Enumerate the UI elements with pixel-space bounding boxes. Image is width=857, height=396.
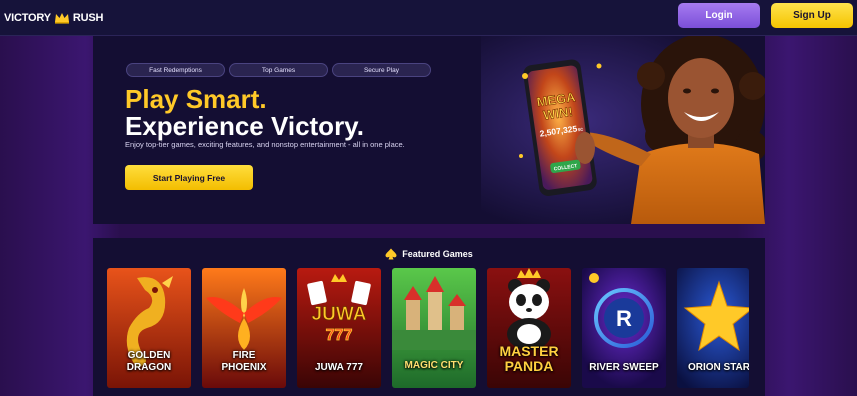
hero-title: Play Smart. Experience Victory. bbox=[125, 86, 364, 140]
game-name-juwa-777: JUWA 777 bbox=[315, 362, 363, 373]
hero-illustration: MEGA WIN! 2,507,325 SC COLLECT bbox=[481, 36, 765, 224]
game-card-fire-phoenix[interactable]: FIRE PHOENIX bbox=[202, 268, 286, 388]
juwa-777-logo-text: 777 bbox=[326, 327, 353, 344]
crown-icon bbox=[54, 13, 69, 24]
game-name-orion-star: ORION STAR bbox=[687, 362, 749, 373]
featured-games-section: Featured Games GOLDEN DRAGON FIRE PHOENI… bbox=[93, 238, 765, 396]
game-name-fire-phoenix-line2: PHOENIX bbox=[221, 362, 267, 373]
game-card-magic-city[interactable]: MAGIC CITY bbox=[392, 268, 476, 388]
game-card-juwa-777[interactable]: JUWA 777 JUWA 777 bbox=[297, 268, 381, 388]
pill-top-games: Top Games bbox=[229, 63, 328, 77]
game-name-golden-dragon-line2: DRAGON bbox=[126, 362, 172, 373]
games-row: GOLDEN DRAGON FIRE PHOENIX JUWA 777 JUWA… bbox=[107, 268, 749, 388]
river-sweep-logo: R bbox=[616, 306, 632, 331]
hero-title-line1: Play Smart. bbox=[125, 84, 267, 114]
featured-games-title: Featured Games bbox=[402, 249, 473, 259]
spade-icon bbox=[385, 248, 397, 260]
brand-logo[interactable]: VICTORY RUSH bbox=[4, 9, 103, 27]
game-card-river-sweep[interactable]: R RIVER SWEEP bbox=[582, 268, 666, 388]
hero-title-line2: Experience Victory. bbox=[125, 111, 364, 141]
top-header: VICTORY RUSH Login Sign Up bbox=[0, 0, 857, 36]
game-card-golden-dragon[interactable]: GOLDEN DRAGON bbox=[107, 268, 191, 388]
start-playing-button[interactable]: Start Playing Free bbox=[125, 165, 253, 190]
game-name-river-sweep: RIVER SWEEP bbox=[589, 362, 659, 373]
phone-win-unit: SC bbox=[577, 127, 583, 133]
game-name-master-panda-line1: MASTER bbox=[499, 343, 559, 359]
game-card-orion-star[interactable]: ORION STAR bbox=[677, 268, 749, 388]
featured-games-header: Featured Games bbox=[93, 248, 765, 260]
pill-fast-redemptions: Fast Redemptions bbox=[126, 63, 225, 77]
feature-pills: Fast Redemptions Top Games Secure Play bbox=[126, 63, 431, 77]
game-name-master-panda-line2: PANDA bbox=[504, 358, 554, 374]
logo-text-rush: RUSH bbox=[72, 12, 104, 24]
game-name-fire-phoenix-line1: FIRE bbox=[232, 350, 256, 361]
game-name-golden-dragon-line1: GOLDEN bbox=[127, 350, 171, 361]
pill-secure-play: Secure Play bbox=[332, 63, 431, 77]
juwa-logo-text: JUWA bbox=[312, 304, 367, 325]
hero-banner: Fast Redemptions Top Games Secure Play P… bbox=[93, 36, 765, 224]
signup-button[interactable]: Sign Up bbox=[771, 3, 853, 28]
game-name-magic-city: MAGIC CITY bbox=[404, 360, 464, 371]
login-button[interactable]: Login bbox=[678, 3, 760, 28]
logo-text-victory: VICTORY bbox=[4, 12, 51, 24]
hero-subtitle: Enjoy top-tier games, exciting features,… bbox=[125, 140, 405, 149]
game-card-master-panda[interactable]: MASTER PANDA bbox=[487, 268, 571, 388]
